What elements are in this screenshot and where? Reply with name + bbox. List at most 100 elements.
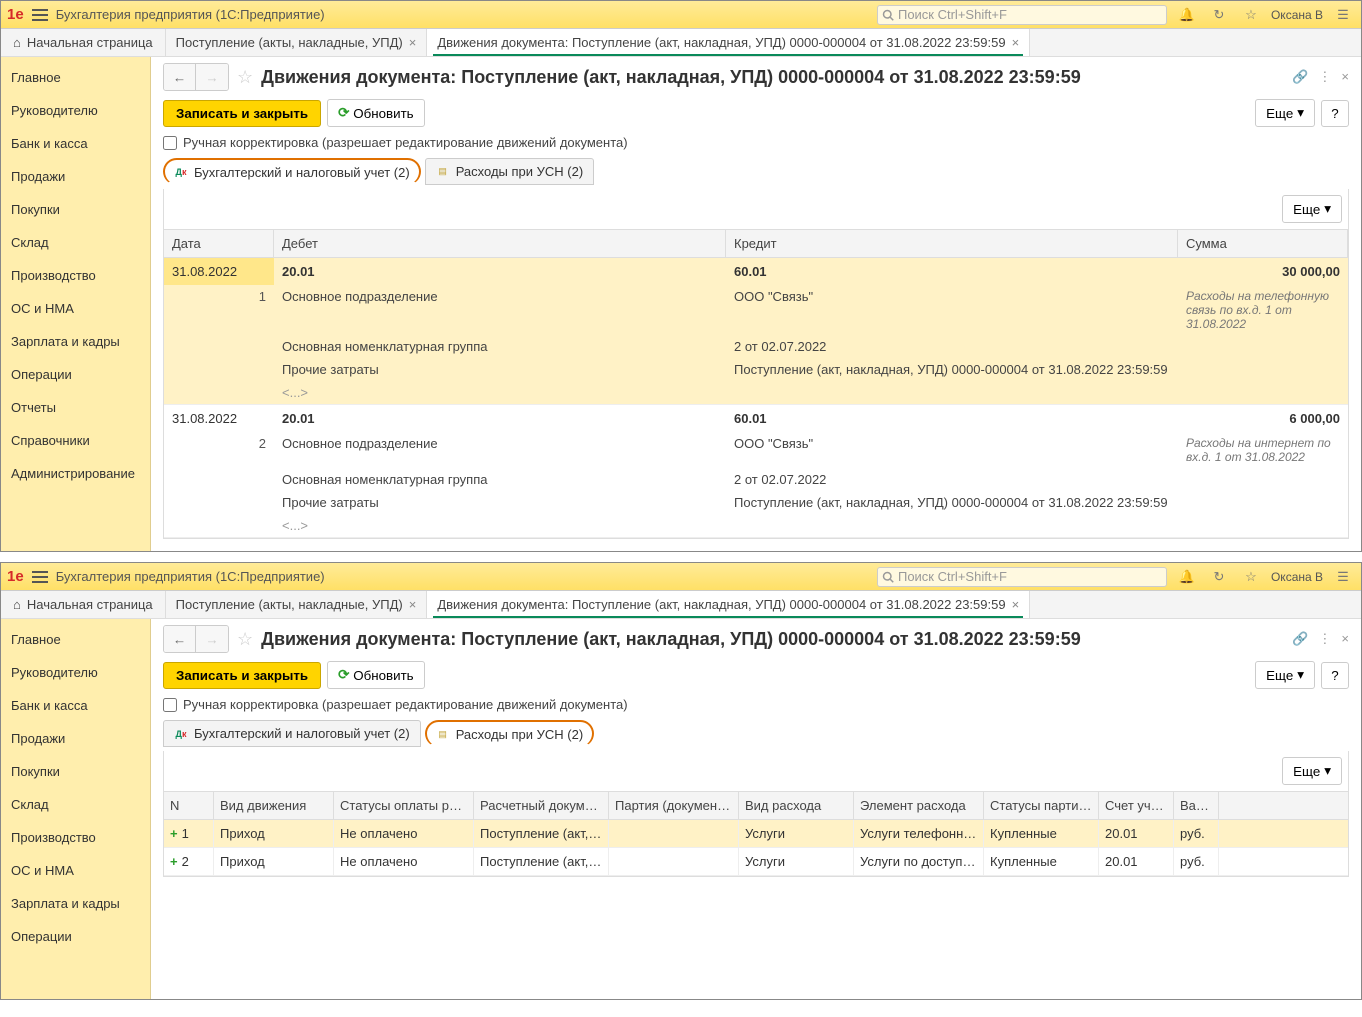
manual-edit-checkbox[interactable] — [163, 698, 177, 712]
row-elras: Услуги телефонно... — [854, 820, 984, 847]
tab-home[interactable]: ⌂ Начальная страница — [1, 591, 166, 618]
sidebar-item-manager[interactable]: Руководителю — [1, 656, 150, 689]
col-n[interactable]: N — [164, 792, 214, 819]
tab-accounting[interactable]: Дк Бухгалтерский и налоговый учет (2) — [163, 720, 421, 747]
help-button[interactable]: ? — [1321, 662, 1349, 689]
sidebar-item-operations[interactable]: Операции — [1, 920, 150, 953]
entry-debit-sub: Прочие затраты — [274, 491, 726, 514]
col-party[interactable]: Партия (документ ... — [609, 792, 739, 819]
sidebar-item-bank[interactable]: Банк и касса — [1, 127, 150, 160]
col-pay-status[interactable]: Статусы оплаты рас... — [334, 792, 474, 819]
menu-icon[interactable] — [32, 9, 48, 21]
sidebar-item-sales[interactable]: Продажи — [1, 722, 150, 755]
row-doc: Поступление (акт, ... — [474, 848, 609, 875]
tab-home[interactable]: ⌂ Начальная страница — [1, 29, 166, 56]
link-icon[interactable]: 🔗 — [1292, 631, 1308, 647]
refresh-button[interactable]: ⟳Обновить — [327, 99, 425, 127]
favorite-icon[interactable]: ☆ — [237, 67, 253, 88]
save-close-button[interactable]: Записать и закрыть — [163, 662, 321, 689]
close-icon[interactable]: × — [1341, 631, 1349, 647]
link-icon[interactable]: 🔗 — [1292, 69, 1308, 85]
settings-icon[interactable]: ☰ — [1331, 565, 1355, 589]
sidebar-item-main[interactable]: Главное — [1, 623, 150, 656]
col-expense-element[interactable]: Элемент расхода — [854, 792, 984, 819]
tab-movements[interactable]: Движения документа: Поступление (акт, на… — [427, 29, 1030, 56]
col-kind[interactable]: Вид движения — [214, 792, 334, 819]
favorite-icon[interactable]: ☆ — [237, 629, 253, 650]
col-date[interactable]: Дата — [164, 230, 274, 257]
forward-button[interactable]: → — [196, 626, 228, 652]
sidebar-item-reports[interactable]: Отчеты — [1, 391, 150, 424]
close-icon[interactable]: × — [409, 35, 417, 50]
more-button[interactable]: Еще ▾ — [1255, 661, 1315, 689]
search-input[interactable]: Поиск Ctrl+Shift+F — [877, 567, 1167, 587]
col-account[interactable]: Счет учета — [1099, 792, 1174, 819]
sidebar-item-operations[interactable]: Операции — [1, 358, 150, 391]
sidebar-item-warehouse[interactable]: Склад — [1, 226, 150, 259]
table-more-button[interactable]: Еще ▾ — [1282, 757, 1342, 785]
save-close-button[interactable]: Записать и закрыть — [163, 100, 321, 127]
sidebar-item-main[interactable]: Главное — [1, 61, 150, 94]
bell-icon[interactable]: 🔔 — [1175, 3, 1199, 27]
kebab-icon[interactable]: ⋮ — [1318, 631, 1331, 647]
refresh-button[interactable]: ⟳Обновить — [327, 661, 425, 689]
col-sum[interactable]: Сумма — [1178, 230, 1348, 257]
col-expense-kind[interactable]: Вид расхода — [739, 792, 854, 819]
menu-icon[interactable] — [32, 571, 48, 583]
history-icon[interactable]: ↻ — [1207, 3, 1231, 27]
table-row[interactable]: +1 Приход Не оплачено Поступление (акт, … — [164, 820, 1348, 848]
sidebar-item-assets[interactable]: ОС и НМА — [1, 854, 150, 887]
sidebar-item-purchases[interactable]: Покупки — [1, 755, 150, 788]
user-name[interactable]: Оксана В — [1271, 570, 1323, 584]
manual-edit-checkbox[interactable] — [163, 136, 177, 150]
sidebar-item-production[interactable]: Производство — [1, 821, 150, 854]
tab-accounting[interactable]: Дк Бухгалтерский и налоговый учет (2) — [163, 158, 421, 185]
col-doc[interactable]: Расчетный документ — [474, 792, 609, 819]
back-button[interactable]: ← — [164, 626, 196, 652]
sidebar-item-hr[interactable]: Зарплата и кадры — [1, 887, 150, 920]
tab-receipts[interactable]: Поступление (акты, накладные, УПД) × — [166, 29, 428, 56]
sidebar-item-admin[interactable]: Администрирование — [1, 457, 150, 490]
table-row[interactable]: +2 Приход Не оплачено Поступление (акт, … — [164, 848, 1348, 876]
user-name[interactable]: Оксана В — [1271, 8, 1323, 22]
sidebar-item-assets[interactable]: ОС и НМА — [1, 292, 150, 325]
search-input[interactable]: Поиск Ctrl+Shift+F — [877, 5, 1167, 25]
sidebar-item-purchases[interactable]: Покупки — [1, 193, 150, 226]
tab-usn[interactable]: ▤ Расходы при УСН (2) — [425, 158, 595, 185]
more-button[interactable]: Еще ▾ — [1255, 99, 1315, 127]
tab-movements[interactable]: Движения документа: Поступление (акт, на… — [427, 591, 1030, 618]
forward-button[interactable]: → — [196, 64, 228, 90]
help-button[interactable]: ? — [1321, 100, 1349, 127]
col-party-status[interactable]: Статусы партий ... — [984, 792, 1099, 819]
table-more-button[interactable]: Еще ▾ — [1282, 195, 1342, 223]
close-icon[interactable]: × — [1341, 69, 1349, 85]
tab-usn[interactable]: ▤ Расходы при УСН (2) — [425, 720, 595, 747]
star-icon[interactable]: ☆ — [1239, 565, 1263, 589]
sidebar-item-production[interactable]: Производство — [1, 259, 150, 292]
sidebar-item-bank[interactable]: Банк и касса — [1, 689, 150, 722]
back-button[interactable]: ← — [164, 64, 196, 90]
row-stat: Не оплачено — [334, 820, 474, 847]
close-icon[interactable]: × — [409, 597, 417, 612]
main: ← → ☆ Движения документа: Поступление (а… — [151, 57, 1361, 551]
close-icon[interactable]: × — [1012, 597, 1020, 612]
col-currency[interactable]: Вал... — [1174, 792, 1219, 819]
col-credit[interactable]: Кредит — [726, 230, 1178, 257]
star-icon[interactable]: ☆ — [1239, 3, 1263, 27]
history-icon[interactable]: ↻ — [1207, 565, 1231, 589]
sidebar-item-refs[interactable]: Справочники — [1, 424, 150, 457]
col-debit[interactable]: Дебет — [274, 230, 726, 257]
sidebar-item-manager[interactable]: Руководителю — [1, 94, 150, 127]
tab-receipts[interactable]: Поступление (акты, накладные, УПД) × — [166, 591, 428, 618]
search-placeholder: Поиск Ctrl+Shift+F — [898, 7, 1007, 22]
kebab-icon[interactable]: ⋮ — [1318, 69, 1331, 85]
close-icon[interactable]: × — [1012, 35, 1020, 50]
entry-row[interactable]: 31.08.2022 20.01 60.01 6 000,00 2 Основн… — [164, 405, 1348, 538]
sidebar-item-warehouse[interactable]: Склад — [1, 788, 150, 821]
settings-icon[interactable]: ☰ — [1331, 3, 1355, 27]
sidebar-item-hr[interactable]: Зарплата и кадры — [1, 325, 150, 358]
sidebar-item-sales[interactable]: Продажи — [1, 160, 150, 193]
entry-row[interactable]: 31.08.2022 20.01 60.01 30 000,00 1 Основ… — [164, 258, 1348, 405]
bell-icon[interactable]: 🔔 — [1175, 565, 1199, 589]
doc-tabs: Дк Бухгалтерский и налоговый учет (2) ▤ … — [163, 158, 1349, 185]
